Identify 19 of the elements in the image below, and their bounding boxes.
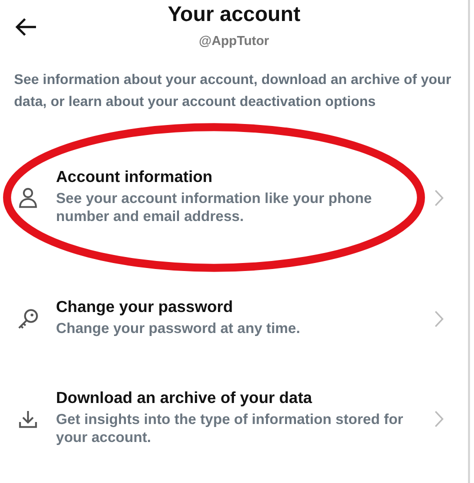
person-icon — [18, 186, 38, 208]
page-title: Your account — [168, 3, 300, 27]
item-description: Change your password at any time. — [56, 320, 302, 338]
settings-item[interactable]: Download an archive of your data Get insights into the type of information stored for your account. — [0, 364, 468, 473]
settings-item[interactable]: Change your password Change your password at any time. — [0, 273, 468, 364]
download-icon — [18, 408, 38, 428]
chevron-right-icon — [434, 410, 444, 428]
item-title: Account information — [56, 169, 214, 187]
item-title: Change your password — [56, 299, 234, 317]
chevron-right-icon — [434, 310, 444, 328]
key-icon — [17, 308, 39, 330]
back-arrow-icon[interactable] — [14, 17, 38, 37]
item-description: Get insights into the type of information stored for your account. — [56, 411, 404, 447]
item-title: Download an archive of your data — [56, 390, 314, 408]
account-handle: @AppTutor — [198, 33, 270, 48]
settings-item[interactable]: Account information See your account information like your phone number and email address. — [0, 122, 468, 273]
chevron-right-icon — [434, 188, 444, 206]
item-description: See your account information like your phone number and email address. — [56, 190, 373, 226]
intro-text: See information about your account, download an archive of your data, or learn about your account deactivation options — [13, 70, 452, 111]
